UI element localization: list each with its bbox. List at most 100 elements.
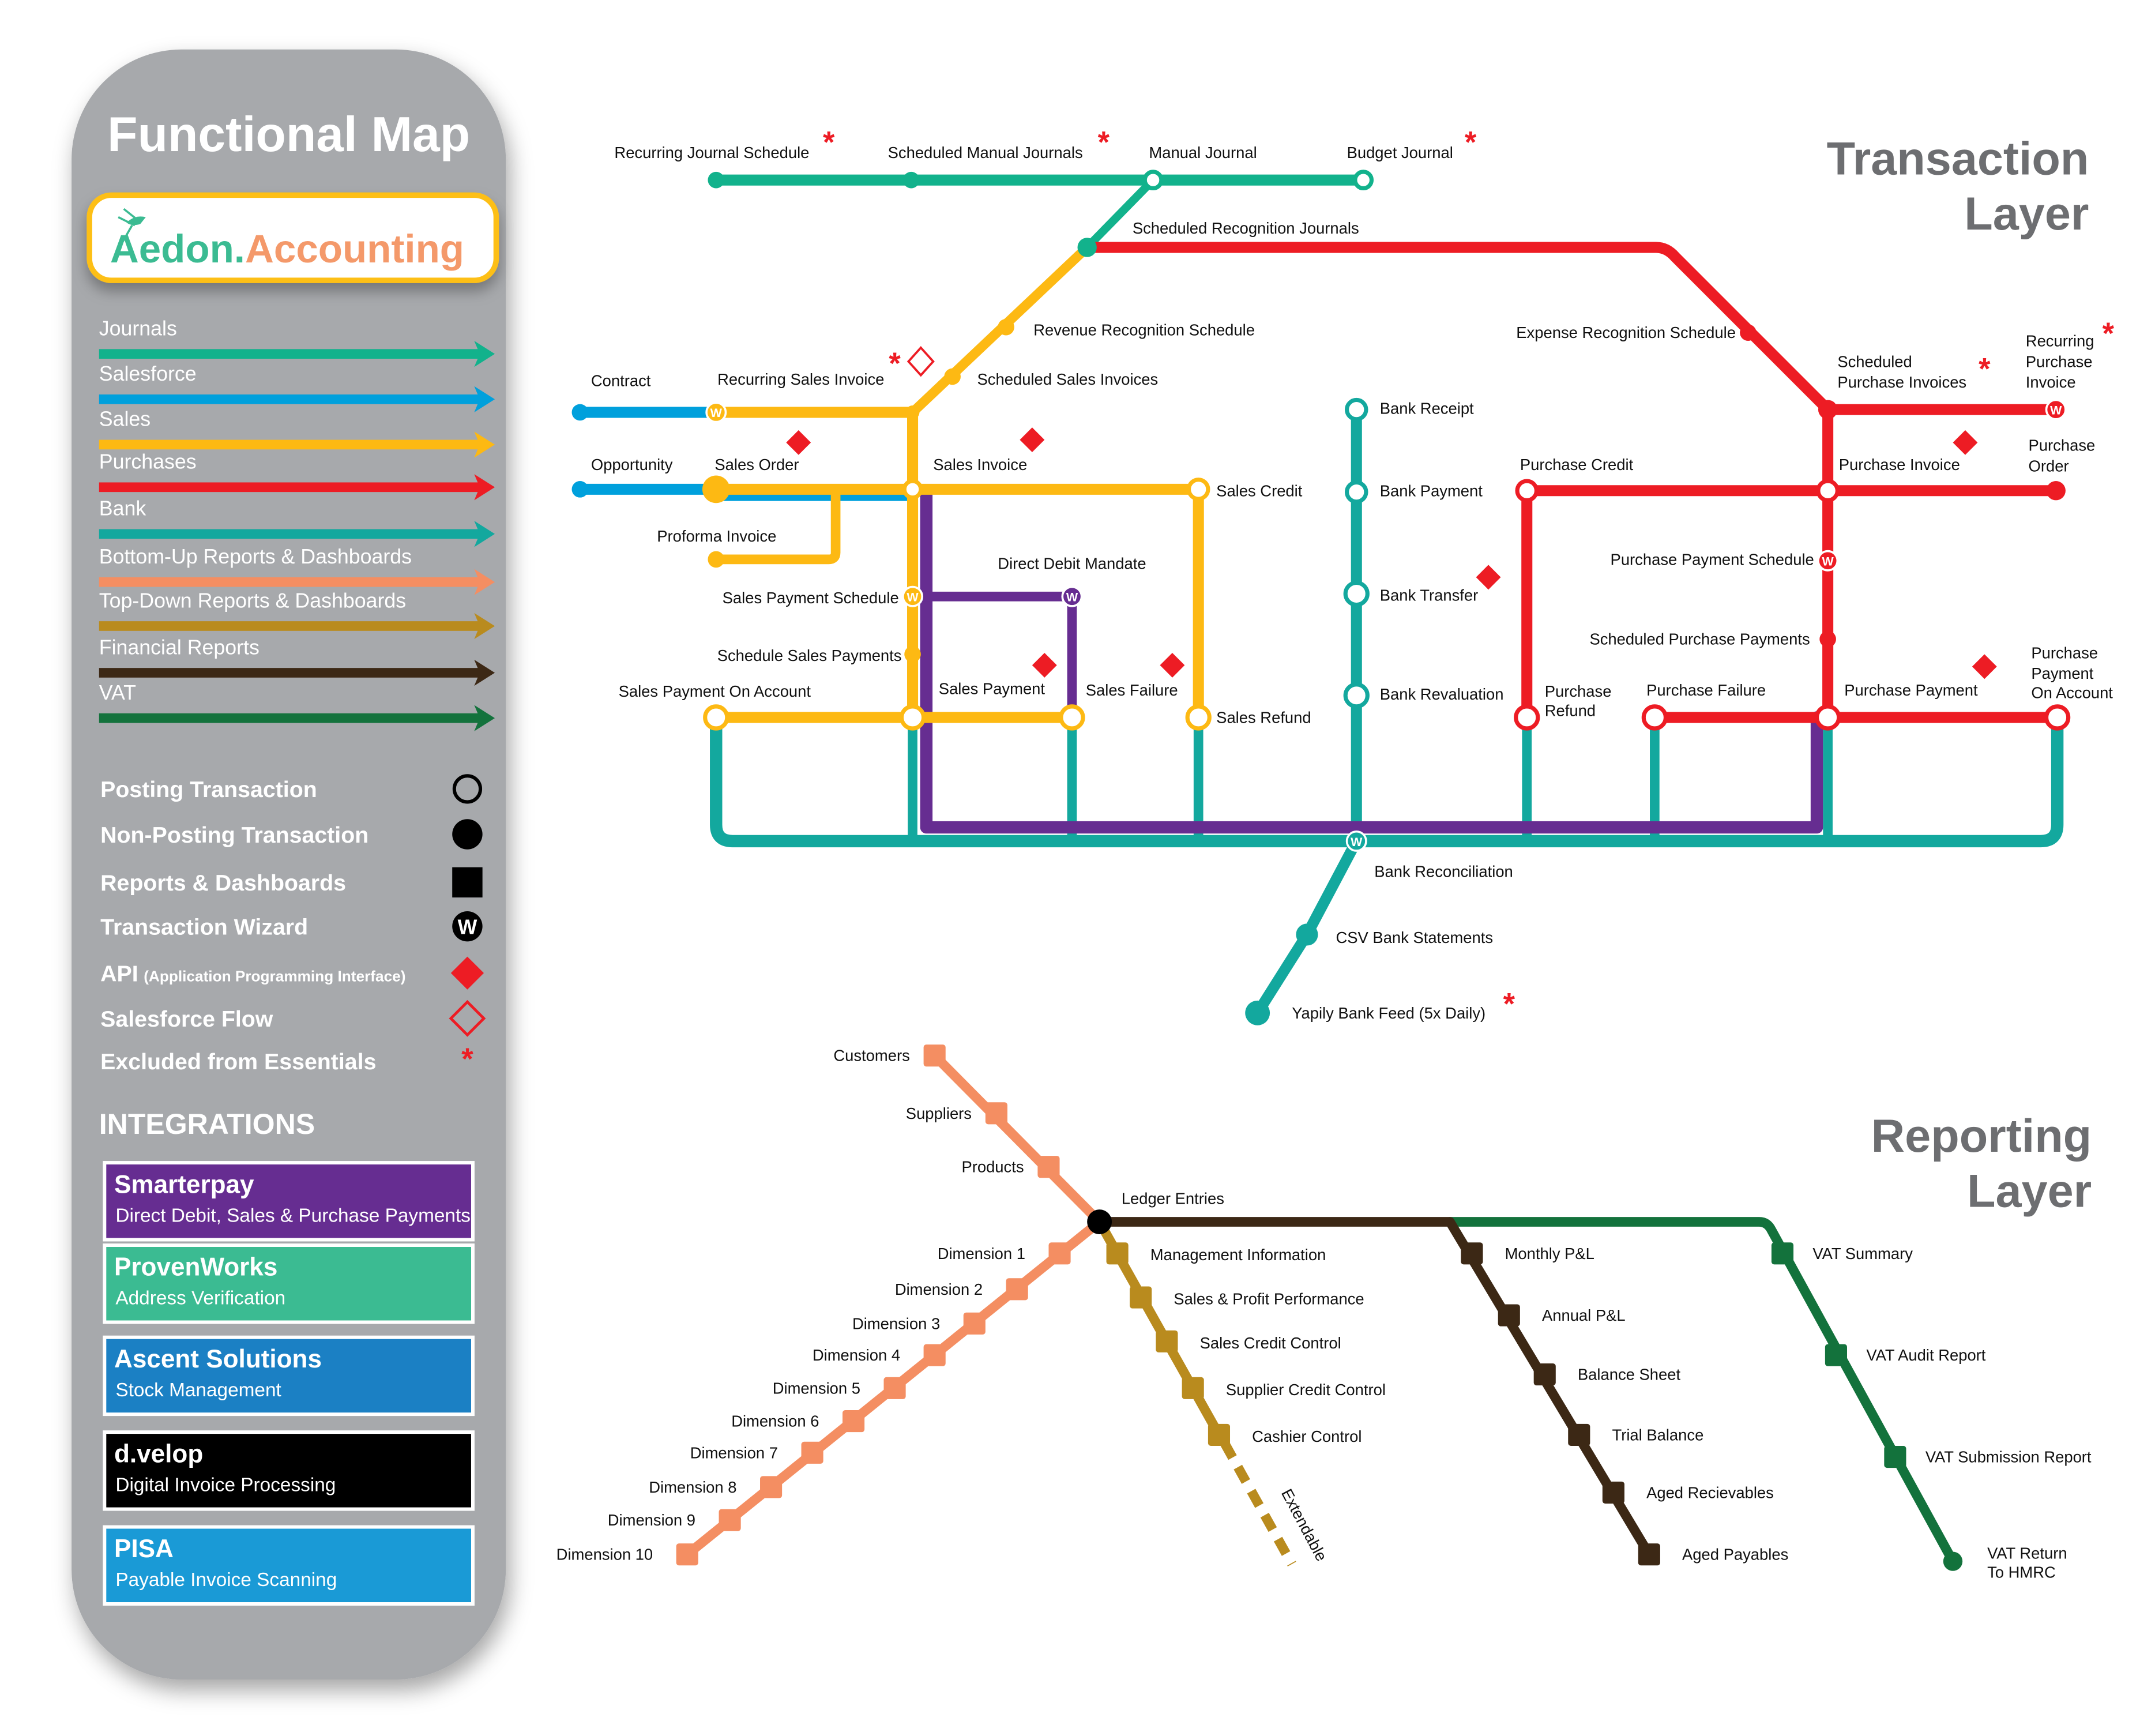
report-label: Dimension 7 — [690, 1444, 778, 1461]
station-label-sales-order: Sales Order — [714, 456, 799, 474]
key-label: Salesforce Flow — [100, 1006, 273, 1032]
wizard-glyph: W — [1351, 835, 1363, 849]
report-label: Dimension 1 — [938, 1245, 1025, 1262]
bottom-up-upper-line — [930, 1050, 1104, 1227]
report-label: Cashier Control — [1252, 1427, 1362, 1445]
station-expense-recognition-schedule — [1740, 324, 1757, 341]
station-bank-reconciliation: W — [1345, 830, 1367, 852]
station-label-bank-receipt: Bank Receipt — [1380, 399, 1474, 417]
report-label: Sales Credit Control — [1200, 1334, 1341, 1352]
report-station-icon — [1533, 1363, 1556, 1386]
report-label: Dimension 4 — [813, 1346, 900, 1364]
posting-station-icon — [2044, 704, 2071, 731]
filled-circle-icon — [452, 819, 483, 850]
integration-description: Payable Invoice Scanning — [115, 1569, 337, 1591]
report-station-icon — [1498, 1304, 1520, 1327]
excluded-asterisk-icon: * — [1098, 126, 1110, 160]
legend-label: Financial Reports — [99, 636, 259, 659]
station-csv-bank-statements — [1296, 923, 1318, 946]
reporting-layer-title-line2: Layer — [1967, 1165, 2092, 1217]
integration-name: Smarterpay — [114, 1170, 254, 1198]
station-purchase-failure — [1641, 704, 1668, 731]
legend-line-swatch — [99, 529, 482, 539]
integration-card-ascent-solutions: Ascent Solutions Stock Management — [103, 1335, 475, 1416]
wizard-w-icon: W — [452, 911, 483, 942]
report-label: Management Information — [1150, 1246, 1326, 1264]
api-diamond-icon — [1476, 565, 1501, 590]
station-label-bank-reconciliation: Bank Reconciliation — [1374, 862, 1513, 880]
functional-map-canvas: Functional Map Aedon.Accounting Journals… — [72, 49, 2115, 1680]
station-label-proforma-invoice: Proforma Invoice — [657, 527, 776, 545]
station-label-recurring-purchase-invoice-1: Recurring — [2026, 332, 2094, 350]
station-label-bank-revaluation: Bank Revaluation — [1380, 685, 1504, 703]
reporting-layer: Reporting Layer Customers Suppliers Produc… — [556, 1044, 2092, 1581]
non-posting-station-icon — [2046, 481, 2066, 501]
report-label: Aged Recievables — [1646, 1484, 1774, 1502]
wizard-glyph: W — [907, 591, 919, 604]
integration-name: PISA — [114, 1535, 174, 1563]
station-label-expense-recognition-schedule: Expense Recognition Schedule — [1516, 324, 1736, 341]
station-label-scheduled-purchase-invoices-1: Scheduled — [1837, 352, 1912, 370]
report-station-icon — [843, 1410, 865, 1433]
station-label-revenue-recognition-schedule: Revenue Recognition Schedule — [1033, 321, 1255, 339]
non-posting-station-icon — [708, 551, 725, 568]
report-station-icon — [1037, 1156, 1060, 1178]
wizard-glyph: W — [2050, 403, 2062, 417]
report-station-icon — [963, 1312, 986, 1335]
report-station-icon — [1602, 1481, 1624, 1504]
transaction-layer-title-line2: Layer — [1964, 188, 2089, 240]
aedon-logo: Aedon.Accounting — [86, 192, 499, 283]
station-label-sales-payment-on-account: Sales Payment On Account — [619, 682, 811, 700]
report-station-icon — [1130, 1286, 1152, 1309]
station-label-purchase-refund-2: Refund — [1545, 702, 1596, 720]
station-label-sales-credit: Sales Credit — [1216, 482, 1303, 499]
station-proforma-invoice — [708, 551, 725, 568]
station-revenue-recognition-schedule — [998, 318, 1014, 336]
report-station-icon — [719, 1509, 741, 1531]
report-station-icon — [1048, 1242, 1071, 1265]
reporting-layer-title-line1: Reporting — [1871, 1110, 2092, 1162]
posting-station-icon — [1059, 704, 1085, 731]
station-label-recurring-sales-invoice: Recurring Sales Invoice — [717, 370, 884, 388]
non-posting-station-icon — [1818, 400, 1838, 419]
integration-card-pisa: PISA Payable Invoice Scanning — [103, 1525, 475, 1606]
report-station-icon — [676, 1543, 698, 1566]
report-label: Dimension 8 — [649, 1478, 736, 1496]
station-label-scheduled-purchase-invoices-2: Purchase Invoices — [1837, 373, 1966, 391]
station-label-purchase-order-1: Purchase — [2029, 437, 2096, 454]
ledger-entries-label: Ledger Entries — [1122, 1190, 1224, 1208]
integration-name: Ascent Solutions — [114, 1345, 322, 1373]
station-bank-payment — [1344, 480, 1368, 504]
wizard-glyph: W — [1066, 591, 1078, 604]
station-label-purchase-payment-on-account-1: Purchase — [2031, 644, 2098, 662]
non-posting-station-icon — [944, 368, 961, 385]
integration-card-provenworks: ProvenWorks Address Verification — [103, 1243, 475, 1324]
wizard-glyph: W — [1822, 555, 1834, 569]
station-sales-payment-schedule: W — [902, 585, 924, 607]
report-label: Suppliers — [906, 1104, 972, 1122]
vat-terminal-label-2: To HMRC — [1987, 1564, 2056, 1581]
station-purchase-payment-on-account — [2044, 704, 2071, 731]
station-recurring-sales-invoice: W — [705, 401, 727, 423]
station-label-purchase-credit: Purchase Credit — [1520, 456, 1634, 474]
report-station-icon — [801, 1441, 823, 1464]
legend-label: Sales — [99, 408, 151, 431]
station-scheduled-manual-journals — [902, 171, 920, 189]
posting-station-icon — [1344, 480, 1368, 504]
legend-label: Purchases — [99, 450, 197, 474]
report-label: Annual P&L — [1542, 1306, 1626, 1324]
legend-label: VAT — [99, 681, 136, 704]
report-label: Dimension 6 — [731, 1412, 819, 1430]
station-label-recurring-purchase-invoice-2: Purchase — [2026, 352, 2093, 370]
integration-description: Digital Invoice Processing — [115, 1475, 336, 1496]
vat-terminal-station-icon — [1943, 1551, 1963, 1571]
api-diamond-icon — [786, 430, 811, 455]
legend-line-swatch — [99, 439, 482, 450]
station-label-opportunity: Opportunity — [591, 456, 673, 474]
station-direct-debit-mandate: W — [1061, 585, 1083, 607]
posting-station-icon — [703, 704, 729, 731]
posting-station-icon — [1514, 704, 1540, 731]
legend-line-swatch — [99, 482, 482, 493]
sidebar: Functional Map Aedon.Accounting Journals… — [72, 49, 506, 1680]
report-station-icon — [1884, 1445, 1906, 1468]
